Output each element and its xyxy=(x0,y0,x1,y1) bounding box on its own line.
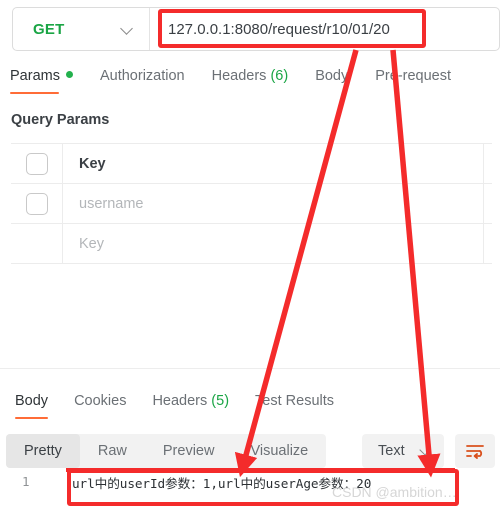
tab-headers-count: (6) xyxy=(270,68,289,84)
tab-cookies-label: Cookies xyxy=(74,393,127,409)
panel-divider xyxy=(0,368,500,369)
select-all-checkbox-cell xyxy=(11,144,63,183)
tab-authorization[interactable]: Authorization xyxy=(100,66,185,94)
http-method-selector[interactable]: GET xyxy=(13,8,150,50)
tab-response-headers-count: (5) xyxy=(211,393,230,409)
params-modified-dot-icon xyxy=(65,71,73,78)
tab-pre-request[interactable]: Pre-request xyxy=(375,66,451,94)
tab-body[interactable]: Body xyxy=(315,66,348,94)
tab-test-results-label: Test Results xyxy=(255,393,335,409)
table-row: Key xyxy=(11,224,492,264)
http-method-label: GET xyxy=(33,20,65,38)
tab-cookies[interactable]: Cookies xyxy=(74,391,126,419)
chevron-down-icon xyxy=(121,23,133,35)
line-number-gutter: 1 xyxy=(22,474,30,489)
column-header-key: Key xyxy=(63,144,484,183)
param-value-input[interactable] xyxy=(484,224,492,263)
tab-test-results[interactable]: Test Results xyxy=(255,391,334,419)
view-mode-visualize[interactable]: Visualize xyxy=(232,434,326,468)
tab-response-body[interactable]: Body xyxy=(15,391,49,419)
word-wrap-icon xyxy=(466,445,484,459)
tab-response-headers-label: Headers xyxy=(152,393,208,409)
response-format-selector[interactable]: Text xyxy=(362,434,444,468)
query-params-title: Query Params xyxy=(11,112,110,128)
tab-headers-label: Headers xyxy=(211,68,267,84)
param-key-input[interactable]: username xyxy=(63,184,484,223)
watermark-text: CSDN @ambition… xyxy=(332,484,457,500)
tab-body-label: Body xyxy=(315,68,349,84)
chevron-down-icon xyxy=(421,446,432,457)
table-header-row: Key xyxy=(11,144,492,184)
request-url-bar: GET 127.0.0.1:8080/request/r10/01/20 xyxy=(12,7,500,51)
tab-params[interactable]: Params xyxy=(10,66,73,94)
url-input[interactable]: 127.0.0.1:8080/request/r10/01/20 xyxy=(150,21,499,38)
row-checkbox-cell xyxy=(11,224,63,263)
request-tab-bar: Params Authorization Headers (6) Body Pr… xyxy=(10,66,500,100)
tab-authorization-label: Authorization xyxy=(99,68,185,84)
tab-response-body-label: Body xyxy=(15,393,49,409)
view-mode-preview[interactable]: Preview xyxy=(145,434,233,468)
response-tab-bar: Body Cookies Headers (5) Test Results xyxy=(2,391,347,419)
tab-params-label: Params xyxy=(10,68,60,84)
row-checkbox-cell xyxy=(11,184,63,223)
word-wrap-button[interactable] xyxy=(455,434,495,468)
select-all-checkbox[interactable] xyxy=(25,152,48,175)
table-row: username xyxy=(11,184,492,224)
tab-pre-request-label: Pre-request xyxy=(375,68,452,84)
param-key-input[interactable]: Key xyxy=(63,224,484,263)
postman-screenshot: GET 127.0.0.1:8080/request/r10/01/20 Par… xyxy=(0,0,500,511)
param-value-input[interactable] xyxy=(484,184,492,223)
tab-headers[interactable]: Headers (6) xyxy=(212,66,289,94)
response-format-label: Text xyxy=(378,443,405,459)
response-body-content: url中的userId参数：1,url中的userAge参数：20 xyxy=(72,476,372,491)
view-mode-raw[interactable]: Raw xyxy=(80,434,145,468)
column-header-value xyxy=(484,144,492,183)
row-checkbox[interactable] xyxy=(25,192,48,215)
tab-response-headers[interactable]: Headers (5) xyxy=(152,391,229,419)
query-params-table: Key username Key xyxy=(11,143,492,264)
response-view-mode-group: Pretty Raw Preview Visualize xyxy=(6,434,327,468)
view-mode-pretty[interactable]: Pretty xyxy=(6,434,80,468)
